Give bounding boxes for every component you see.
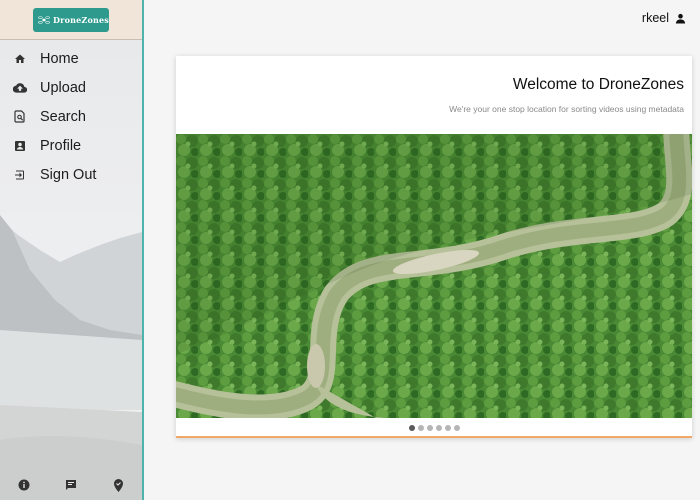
sidebar-item-label: Sign Out bbox=[40, 166, 97, 183]
welcome-card: Welcome to DroneZones We're your one sto… bbox=[176, 56, 692, 438]
person-icon bbox=[675, 13, 686, 24]
location-verified-icon[interactable] bbox=[95, 479, 142, 492]
carousel-dot[interactable] bbox=[453, 425, 460, 431]
sidebar-item-label: Profile bbox=[40, 137, 82, 154]
card-subtitle: We're your one stop location for sorting… bbox=[449, 104, 684, 114]
account-box-icon bbox=[0, 140, 40, 152]
user-menu[interactable]: rkeel bbox=[642, 11, 686, 25]
sidebar: DroneZones Home Upload Search Profile Si… bbox=[0, 0, 144, 500]
cloud-upload-icon bbox=[0, 82, 40, 94]
sidebar-item-upload[interactable]: Upload bbox=[0, 73, 142, 102]
sidebar-footer bbox=[0, 479, 142, 492]
aerial-river-image bbox=[176, 134, 692, 418]
info-icon[interactable] bbox=[0, 479, 47, 492]
logo-bar: DroneZones bbox=[0, 0, 142, 40]
carousel-slide[interactable] bbox=[176, 134, 692, 418]
feedback-icon[interactable] bbox=[47, 479, 94, 492]
sidebar-item-label: Home bbox=[40, 50, 79, 67]
sidebar-item-label: Search bbox=[40, 108, 86, 125]
sidebar-nav: Home Upload Search Profile Sign Out bbox=[0, 44, 142, 189]
carousel-dot[interactable] bbox=[426, 425, 433, 431]
logo-text: DroneZones bbox=[53, 14, 109, 25]
carousel-dot[interactable] bbox=[417, 425, 424, 431]
username: rkeel bbox=[641, 11, 669, 25]
app-logo[interactable]: DroneZones bbox=[33, 7, 109, 32]
search-document-icon bbox=[0, 110, 40, 123]
sidebar-item-profile[interactable]: Profile bbox=[0, 131, 142, 160]
carousel-dot[interactable] bbox=[435, 425, 442, 431]
home-icon bbox=[0, 53, 40, 65]
card-title: Welcome to DroneZones bbox=[512, 76, 684, 93]
sidebar-item-search[interactable]: Search bbox=[0, 102, 142, 131]
sign-out-icon bbox=[0, 169, 40, 181]
carousel-indicators bbox=[176, 425, 692, 431]
sidebar-item-sign-out[interactable]: Sign Out bbox=[0, 160, 142, 189]
carousel-dot[interactable] bbox=[444, 425, 451, 431]
carousel-dot[interactable] bbox=[408, 425, 415, 431]
sidebar-item-label: Upload bbox=[40, 79, 86, 96]
sidebar-item-home[interactable]: Home bbox=[0, 44, 142, 73]
drone-icon bbox=[38, 15, 50, 24]
